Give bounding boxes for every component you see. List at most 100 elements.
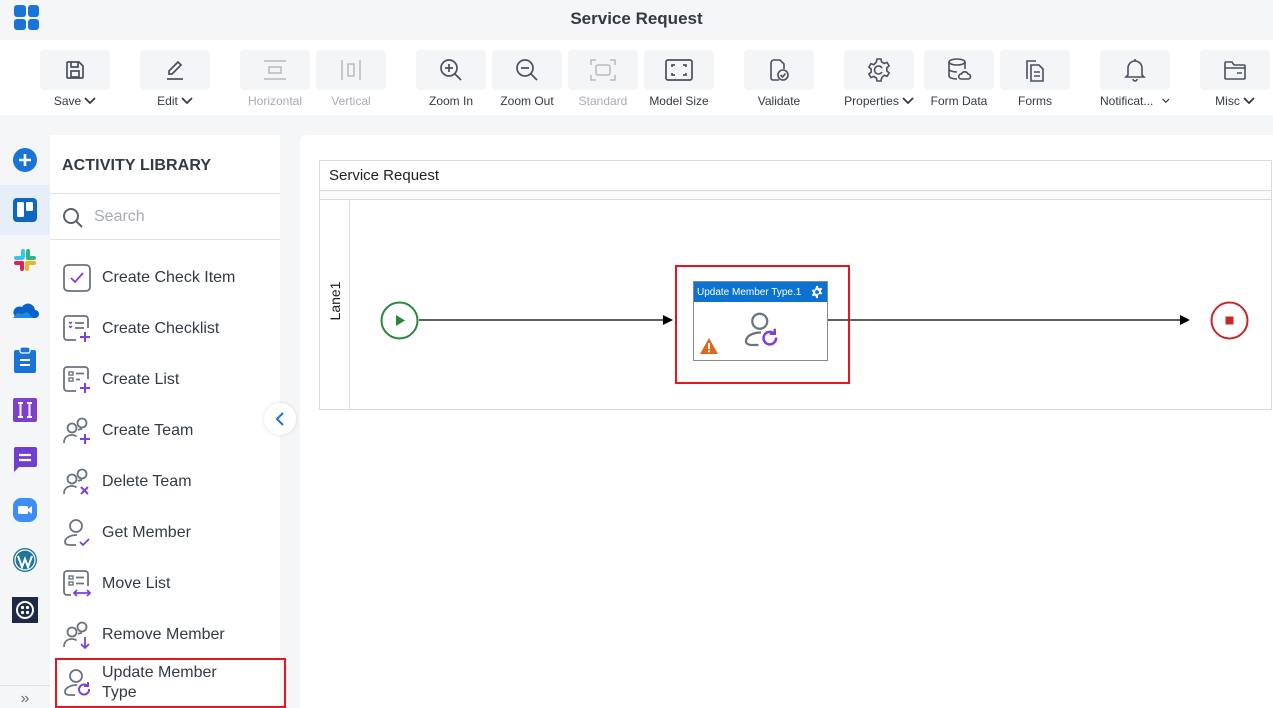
activity-library: ACTIVITY LIBRARY Create Check Item Creat… — [50, 135, 286, 708]
library-item-move-list[interactable]: Move List — [50, 558, 280, 609]
vertical-layout-icon — [341, 60, 361, 80]
standard-label: Standard — [578, 94, 628, 108]
clipboard-icon — [14, 346, 36, 373]
rail-slack[interactable] — [0, 235, 50, 285]
rail-zoom[interactable] — [0, 485, 50, 535]
chevron-down-icon — [84, 97, 96, 105]
library-item-create-checklist[interactable]: Create Checklist — [50, 303, 280, 354]
twilio-icon — [12, 597, 38, 623]
member-remove-icon — [63, 621, 90, 649]
task-name: Update Member Type.1 — [697, 286, 802, 298]
end-event[interactable] — [1210, 301, 1249, 340]
list-add-icon — [63, 365, 90, 393]
checkbox-icon — [63, 263, 91, 292]
member-update-icon — [744, 312, 778, 347]
chevron-down-icon — [1243, 97, 1255, 105]
zoom-out-label: Zoom Out — [500, 94, 554, 108]
misc-label: Misc — [1215, 94, 1240, 108]
rail-wordpress[interactable] — [0, 535, 50, 585]
rail-onedrive[interactable] — [0, 285, 50, 335]
horizontal-label: Horizontal — [247, 94, 303, 108]
rail-ii-app[interactable] — [0, 385, 50, 435]
library-item-delete-team[interactable]: Delete Team — [50, 456, 280, 507]
validate-icon — [770, 59, 789, 81]
library-item-label: Remove Member — [102, 625, 225, 643]
task-update-member-type[interactable]: Update Member Type.1 — [693, 281, 828, 361]
library-item-label: Create List — [102, 370, 180, 388]
notifications-label: Notificat... — [1100, 94, 1154, 108]
zoom-in-button[interactable]: Zoom In — [416, 50, 486, 112]
start-event[interactable] — [380, 301, 419, 340]
bell-icon — [1124, 59, 1146, 82]
checklist-add-icon — [63, 314, 90, 342]
database-icon — [948, 58, 972, 80]
expand-rail-button[interactable]: » — [0, 685, 50, 708]
add-icon — [13, 148, 37, 172]
pool[interactable]: Service Request Lane1 Update Member Type… — [319, 160, 1272, 410]
library-item-create-team[interactable]: Create Team — [50, 405, 280, 456]
library-item-create-list[interactable]: Create List — [50, 354, 280, 405]
rail-chat[interactable] — [0, 435, 50, 485]
chevron-down-icon — [1162, 98, 1170, 104]
list-move-icon — [63, 569, 92, 597]
edit-label: Edit — [157, 94, 178, 108]
properties-button[interactable]: Properties — [844, 50, 914, 112]
rail-trello[interactable] — [0, 185, 50, 235]
onedrive-icon — [13, 303, 39, 318]
library-item-get-member[interactable]: Get Member — [50, 507, 280, 558]
library-item-create-check-item[interactable]: Create Check Item — [50, 252, 280, 303]
library-item-label: Get Member — [102, 523, 191, 541]
rail-add[interactable] — [0, 135, 50, 185]
folder-icon — [1224, 61, 1246, 80]
search-icon — [63, 208, 83, 228]
chat-icon — [14, 447, 37, 472]
notifications-button[interactable]: Notificat... — [1100, 50, 1170, 112]
save-icon — [66, 61, 84, 79]
model-size-button[interactable]: Model Size — [644, 50, 714, 112]
library-item-update-member-type[interactable]: Update Member Type — [55, 658, 286, 708]
zoom-video-icon — [13, 498, 37, 522]
rail-twilio[interactable] — [0, 585, 50, 635]
form-data-button[interactable]: Form Data — [924, 50, 994, 112]
pencil-icon — [167, 60, 183, 80]
horizontal-button[interactable]: Horizontal — [240, 50, 310, 112]
rail-clipboard[interactable] — [0, 335, 50, 385]
library-title: ACTIVITY LIBRARY — [62, 157, 212, 174]
library-search — [50, 194, 280, 239]
zoom-in-label: Zoom In — [428, 94, 473, 108]
library-item-label: Update Member Type — [102, 664, 217, 701]
page-title: Service Request — [570, 9, 703, 28]
wordpress-icon — [13, 548, 37, 572]
slack-icon — [14, 249, 36, 271]
process-canvas[interactable]: Service Request Lane1 Update Member Type… — [300, 135, 1273, 708]
chevron-down-icon — [181, 97, 193, 105]
horizontal-layout-icon — [264, 60, 286, 80]
library-item-label: Create Team — [102, 421, 194, 439]
save-button[interactable]: Save — [40, 50, 110, 112]
warning-icon[interactable] — [700, 338, 718, 354]
library-item-label: Move List — [102, 574, 171, 592]
toolbar: Save Edit Horizontal Vertical Zoom In Zo… — [0, 40, 1273, 115]
task-header: Update Member Type.1 — [694, 282, 827, 302]
double-chevron-right-icon: » — [20, 690, 30, 707]
forms-label: Forms — [1018, 94, 1052, 108]
chevron-down-icon — [902, 97, 914, 105]
arrowhead-icon — [1180, 315, 1190, 325]
validate-button[interactable]: Validate — [744, 50, 814, 112]
zoom-out-button[interactable]: Zoom Out — [492, 50, 562, 112]
standard-button[interactable]: Standard — [568, 50, 638, 112]
ii-app-icon — [13, 398, 37, 422]
library-item-remove-member[interactable]: Remove Member — [50, 609, 280, 660]
forms-button[interactable]: Forms — [1000, 50, 1070, 112]
task-settings-gear-icon[interactable] — [810, 285, 824, 299]
vertical-button[interactable]: Vertical — [316, 50, 386, 112]
search-input[interactable] — [94, 204, 274, 230]
divider — [50, 239, 280, 240]
collapse-library-button[interactable] — [264, 403, 296, 435]
misc-button[interactable]: Misc — [1200, 50, 1270, 112]
team-delete-icon — [63, 468, 89, 495]
trello-icon — [13, 198, 37, 222]
edit-button[interactable]: Edit — [140, 50, 210, 112]
standard-size-icon — [590, 59, 616, 81]
gear-icon — [867, 58, 891, 82]
